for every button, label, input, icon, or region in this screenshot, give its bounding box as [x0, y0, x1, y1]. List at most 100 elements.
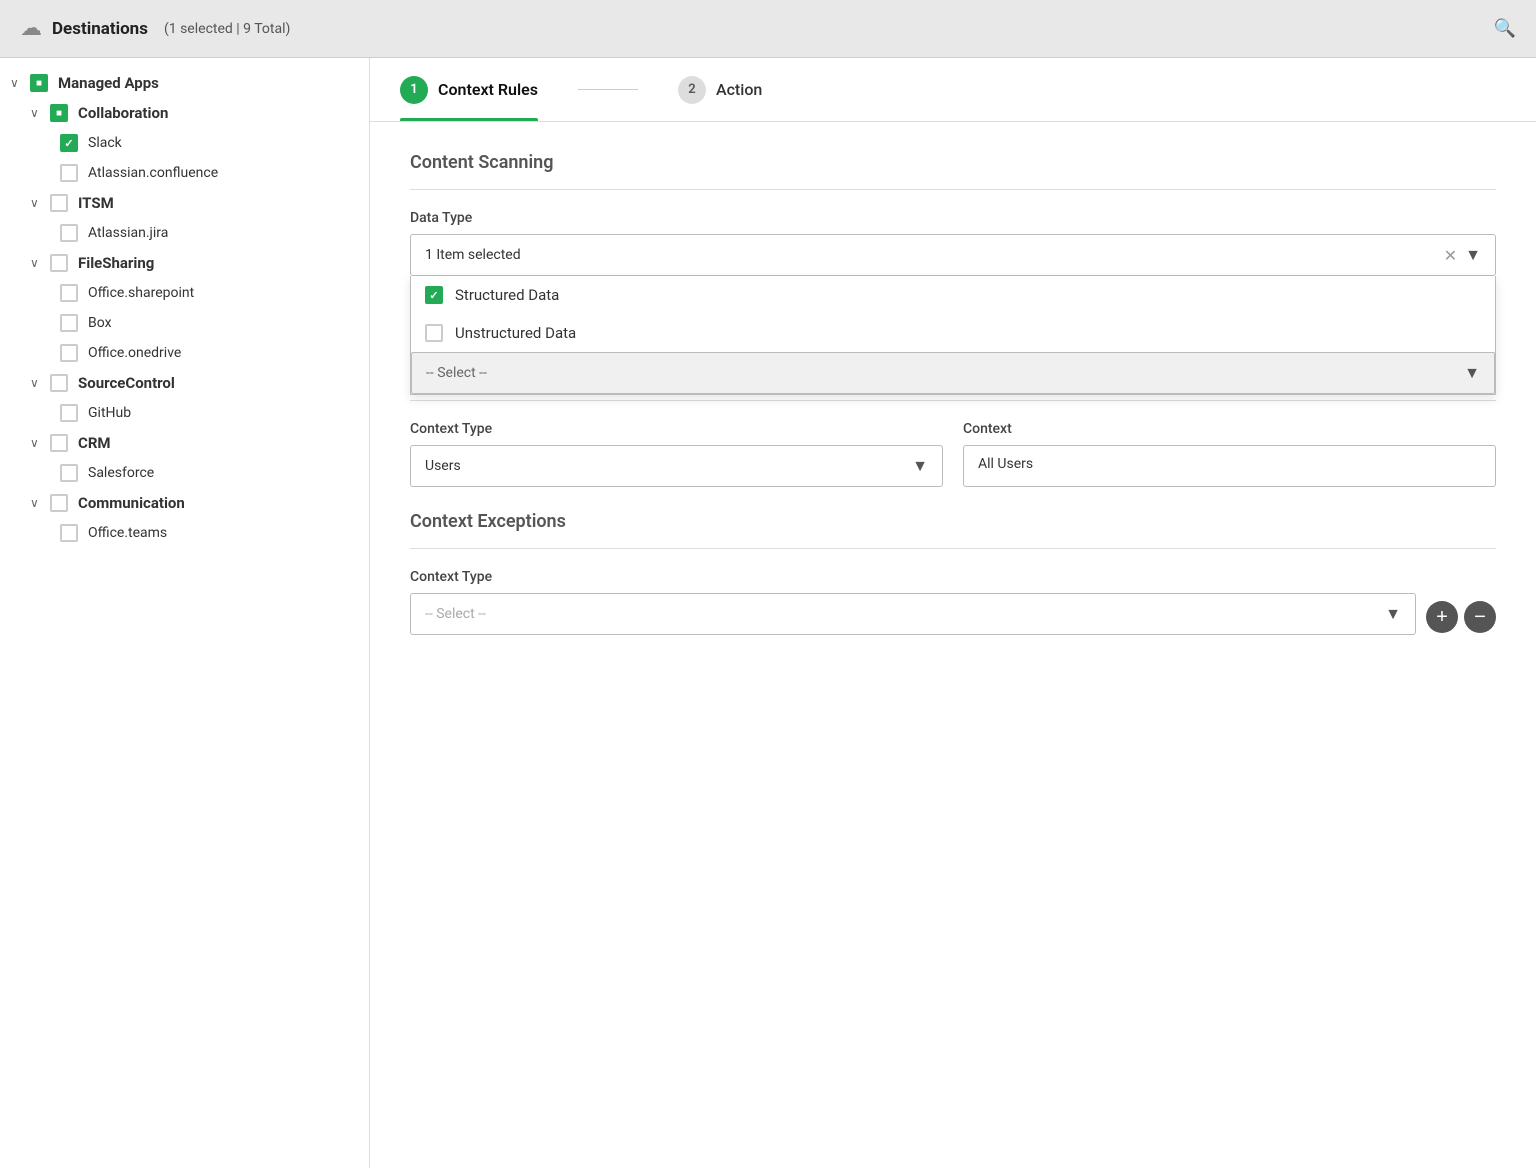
content-scanning-title: Content Scanning — [410, 152, 1496, 173]
select-placeholder: -- Select -- — [426, 365, 1464, 381]
exceptions-select-placeholder: -- Select -- — [425, 606, 1385, 622]
context-exceptions-title: Context Exceptions — [410, 511, 1496, 532]
checkbox-unstructured[interactable] — [425, 324, 443, 342]
context-type-col: Context Type Users ▼ — [410, 421, 943, 487]
right-panel: 1 Context Rules 2 Action Content Scannin… — [370, 58, 1536, 1168]
context-type-select[interactable]: Users ▼ — [410, 445, 943, 487]
sidebar-item-box[interactable]: Box — [0, 308, 369, 338]
chevron-icon: ∨ — [10, 76, 24, 90]
checkbox-filesharing[interactable] — [50, 254, 68, 272]
sidebar-item-atlassian-jira[interactable]: Atlassian.jira — [0, 218, 369, 248]
tab-context-rules[interactable]: 1 Context Rules — [400, 58, 538, 121]
header-subtitle: (1 selected | 9 Total) — [164, 21, 290, 37]
context-label: Context — [963, 421, 1496, 437]
unstructured-data-label: Unstructured Data — [455, 324, 576, 342]
chevron-icon: ∨ — [30, 376, 44, 390]
crm-label: CRM — [78, 434, 111, 452]
sidebar-item-slack[interactable]: Slack — [0, 128, 369, 158]
itsm-label: ITSM — [78, 194, 114, 212]
content-scanning-section: Content Scanning Data Type 1 Item select… — [410, 152, 1496, 343]
dropdown-option-structured[interactable]: Structured Data — [411, 276, 1495, 314]
checkbox-communication[interactable] — [50, 494, 68, 512]
section-divider-3 — [410, 548, 1496, 549]
checkbox-salesforce[interactable] — [60, 464, 78, 482]
search-icon[interactable]: 🔍 — [1494, 18, 1516, 39]
atlassian-jira-label: Atlassian.jira — [88, 225, 168, 241]
sidebar-item-atlassian-confluence[interactable]: Atlassian.confluence — [0, 158, 369, 188]
main-layout: ∨ Managed Apps ∨ Collaboration Slack Atl… — [0, 58, 1536, 1168]
managed-apps-label: Managed Apps — [58, 74, 159, 92]
checkbox-structured[interactable] — [425, 286, 443, 304]
sidebar-item-github[interactable]: GitHub — [0, 398, 369, 428]
exceptions-context-type-select[interactable]: -- Select -- ▼ — [410, 593, 1416, 635]
tab-circle-2: 2 — [678, 76, 706, 104]
chevron-icon: ∨ — [30, 256, 44, 270]
header: ☁ Destinations (1 selected | 9 Total) 🔍 — [0, 0, 1536, 58]
sidebar-item-salesforce[interactable]: Salesforce — [0, 458, 369, 488]
context-type-label: Context Type — [410, 421, 943, 437]
remove-button[interactable]: − — [1464, 601, 1496, 633]
context-rules-row: Context Type Users ▼ Context All Users — [410, 421, 1496, 487]
select-arrow-icon[interactable]: ▼ — [1464, 363, 1480, 383]
checkbox-atlassian-confluence[interactable] — [60, 164, 78, 182]
tab-connector — [578, 89, 638, 90]
tab-circle-1: 1 — [400, 76, 428, 104]
header-title: Destinations — [52, 19, 148, 39]
selected-text: 1 Item selected — [425, 247, 1444, 263]
checkbox-crm[interactable] — [50, 434, 68, 452]
box-label: Box — [88, 315, 112, 331]
data-type-multiselect: 1 Item selected ✕ ▼ Structured Data — [410, 234, 1496, 276]
checkbox-box[interactable] — [60, 314, 78, 332]
add-remove-buttons: + − — [1426, 601, 1496, 635]
checkbox-office-sharepoint[interactable] — [60, 284, 78, 302]
content-area: Content Scanning Data Type 1 Item select… — [370, 122, 1536, 665]
office-onedrive-label: Office.onedrive — [88, 345, 181, 361]
checkbox-collaboration[interactable] — [50, 104, 68, 122]
add-button[interactable]: + — [1426, 601, 1458, 633]
section-divider-2 — [410, 400, 1496, 401]
sidebar-item-itsm[interactable]: ∨ ITSM — [0, 188, 369, 218]
checkbox-managed-apps[interactable] — [30, 74, 48, 92]
sidebar: ∨ Managed Apps ∨ Collaboration Slack Atl… — [0, 58, 370, 1168]
atlassian-confluence-label: Atlassian.confluence — [88, 165, 218, 181]
chevron-icon: ∨ — [30, 196, 44, 210]
sidebar-item-crm[interactable]: ∨ CRM — [0, 428, 369, 458]
sourcecontrol-label: SourceControl — [78, 374, 175, 392]
multiselect-dropdown: Structured Data Unstructured Data -- Sel… — [410, 276, 1496, 395]
exceptions-select-arrow-icon[interactable]: ▼ — [1385, 604, 1401, 624]
clear-button[interactable]: ✕ — [1444, 246, 1457, 265]
context-type-arrow-icon[interactable]: ▼ — [912, 456, 928, 476]
sidebar-item-office-onedrive[interactable]: Office.onedrive — [0, 338, 369, 368]
communication-label: Communication — [78, 494, 185, 512]
sidebar-item-collaboration[interactable]: ∨ Collaboration — [0, 98, 369, 128]
sidebar-item-filesharing[interactable]: ∨ FileSharing — [0, 248, 369, 278]
checkbox-office-onedrive[interactable] — [60, 344, 78, 362]
checkbox-itsm[interactable] — [50, 194, 68, 212]
data-type-label: Data Type — [410, 210, 1496, 226]
slack-label: Slack — [88, 135, 122, 151]
checkbox-github[interactable] — [60, 404, 78, 422]
select-dropdown[interactable]: -- Select -- ▼ — [411, 352, 1495, 394]
tab-action[interactable]: 2 Action — [678, 58, 762, 121]
dropdown-arrow-icon[interactable]: ▼ — [1465, 245, 1481, 265]
sidebar-item-office-sharepoint[interactable]: Office.sharepoint — [0, 278, 369, 308]
filesharing-label: FileSharing — [78, 254, 154, 272]
tab-label-action: Action — [716, 80, 762, 99]
tab-label-context-rules: Context Rules — [438, 80, 538, 99]
multiselect-trigger[interactable]: 1 Item selected ✕ ▼ — [410, 234, 1496, 276]
sidebar-item-communication[interactable]: ∨ Communication — [0, 488, 369, 518]
checkbox-atlassian-jira[interactable] — [60, 224, 78, 242]
github-label: GitHub — [88, 405, 131, 421]
salesforce-label: Salesforce — [88, 465, 154, 481]
checkbox-slack[interactable] — [60, 134, 78, 152]
chevron-icon: ∨ — [30, 106, 44, 120]
tabs-bar: 1 Context Rules 2 Action — [370, 58, 1536, 122]
sidebar-item-office-teams[interactable]: Office.teams — [0, 518, 369, 548]
dropdown-option-unstructured[interactable]: Unstructured Data — [411, 314, 1495, 352]
sidebar-item-sourcecontrol[interactable]: ∨ SourceControl — [0, 368, 369, 398]
checkbox-office-teams[interactable] — [60, 524, 78, 542]
sidebar-item-managed-apps[interactable]: ∨ Managed Apps — [0, 68, 369, 98]
data-type-row: Data Type 1 Item selected ✕ ▼ Structured… — [410, 210, 1496, 297]
checkbox-sourcecontrol[interactable] — [50, 374, 68, 392]
context-col: Context All Users — [963, 421, 1496, 487]
